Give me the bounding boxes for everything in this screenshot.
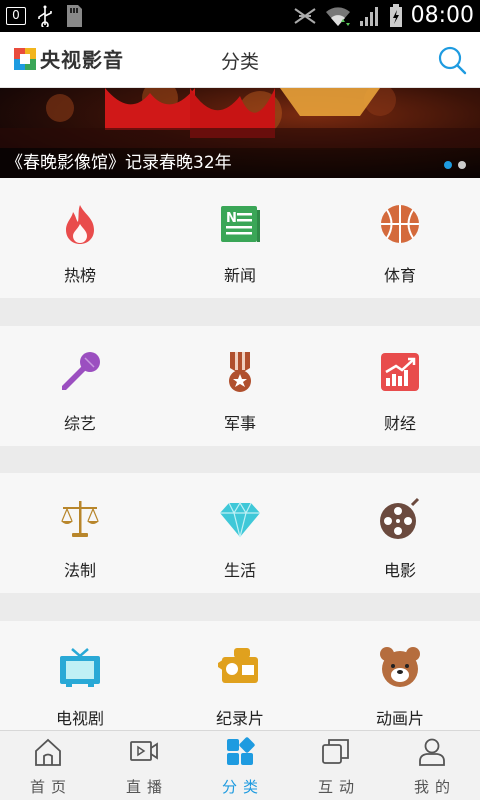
category-movie[interactable]: 电影 <box>320 473 480 593</box>
category-variety[interactable]: 综艺 <box>0 326 160 446</box>
newspaper-icon: N <box>221 206 260 242</box>
category-label: 综艺 <box>63 414 96 433</box>
page-title: 分类 <box>220 51 259 73</box>
tab-label: 直播 <box>125 778 168 796</box>
category-grid: 热榜 N 新闻 体育 综艺 军事 财经 法制 生活 电影 电视剧 纪录片 动画片 <box>0 178 480 730</box>
status-bar: 0 08:00 <box>0 0 480 32</box>
category-label: 军事 <box>223 414 256 433</box>
category-label: 电影 <box>383 561 416 580</box>
no-signal-icon <box>294 8 316 24</box>
category-row: 热榜 N 新闻 体育 <box>0 178 480 298</box>
category-label: 新闻 <box>223 266 256 285</box>
category-animation[interactable]: 动画片 <box>320 621 480 730</box>
battery-icon <box>389 4 402 27</box>
clock: 08:00 <box>410 3 474 28</box>
banner-caption: 《春晚影像馆》记录春晚32年 <box>0 148 480 178</box>
tv-icon <box>60 648 100 687</box>
category-label: 财经 <box>383 414 416 433</box>
category-row: 电视剧 纪录片 动画片 <box>0 621 480 730</box>
tab-interact[interactable]: 互动 <box>288 731 384 800</box>
category-military[interactable]: 军事 <box>160 326 320 446</box>
tab-label: 分类 <box>221 778 264 796</box>
live-icon <box>130 741 158 761</box>
category-icon <box>227 737 255 765</box>
category-label: 动画片 <box>375 709 424 728</box>
category-label: 热榜 <box>63 266 96 285</box>
category-hot[interactable]: 热榜 <box>0 178 160 298</box>
tab-profile[interactable]: 我的 <box>384 731 480 800</box>
tab-label: 互动 <box>317 778 360 796</box>
tab-label: 首页 <box>29 778 72 796</box>
category-label: 法制 <box>63 561 96 580</box>
tab-label: 我的 <box>413 778 456 796</box>
carousel-indicator <box>444 161 466 169</box>
film-reel-icon <box>380 497 420 539</box>
profile-icon <box>419 738 445 766</box>
usb-icon <box>38 5 52 27</box>
cell-signal-icon <box>359 7 378 26</box>
category-label: 纪录片 <box>215 709 264 728</box>
scales-icon <box>61 501 99 537</box>
banner-carousel[interactable]: 《春晚影像馆》记录春晚32年 <box>0 88 480 178</box>
notification-count-icon: 0 <box>6 7 26 25</box>
category-row: 法制 生活 电影 <box>0 473 480 593</box>
category-label: 体育 <box>383 266 416 285</box>
flame-icon <box>66 205 94 244</box>
category-life[interactable]: 生活 <box>160 473 320 593</box>
category-label: 生活 <box>223 561 256 580</box>
microphone-icon <box>62 352 100 390</box>
carousel-dot-1[interactable] <box>444 161 452 169</box>
tab-live[interactable]: 直播 <box>96 731 192 800</box>
bottom-tab-bar: 首页 直播 分类 互动 我的 <box>0 730 480 800</box>
carousel-dot-2[interactable] <box>458 161 466 169</box>
bear-icon <box>380 647 420 687</box>
chart-icon <box>381 353 419 391</box>
category-law[interactable]: 法制 <box>0 473 160 593</box>
category-news[interactable]: N 新闻 <box>160 178 320 298</box>
category-label: 电视剧 <box>55 709 104 728</box>
svg-text:N: N <box>226 211 237 226</box>
category-documentary[interactable]: 纪录片 <box>160 621 320 730</box>
tab-category[interactable]: 分类 <box>192 731 288 800</box>
sd-card-icon <box>67 5 82 27</box>
category-row: 综艺 军事 财经 <box>0 326 480 446</box>
tab-home[interactable]: 首页 <box>0 731 96 800</box>
interact-icon <box>322 739 349 764</box>
diamond-icon <box>220 501 260 538</box>
category-finance[interactable]: 财经 <box>320 326 480 446</box>
medal-icon <box>229 352 251 392</box>
camera-icon <box>218 648 258 683</box>
category-tv-series[interactable]: 电视剧 <box>0 621 160 730</box>
basketball-icon <box>381 205 419 243</box>
wifi-icon <box>325 7 350 26</box>
search-icon[interactable] <box>436 44 468 76</box>
category-sports[interactable]: 体育 <box>320 178 480 298</box>
home-icon <box>35 738 61 766</box>
app-header: 央视影音 分类 <box>0 32 480 88</box>
